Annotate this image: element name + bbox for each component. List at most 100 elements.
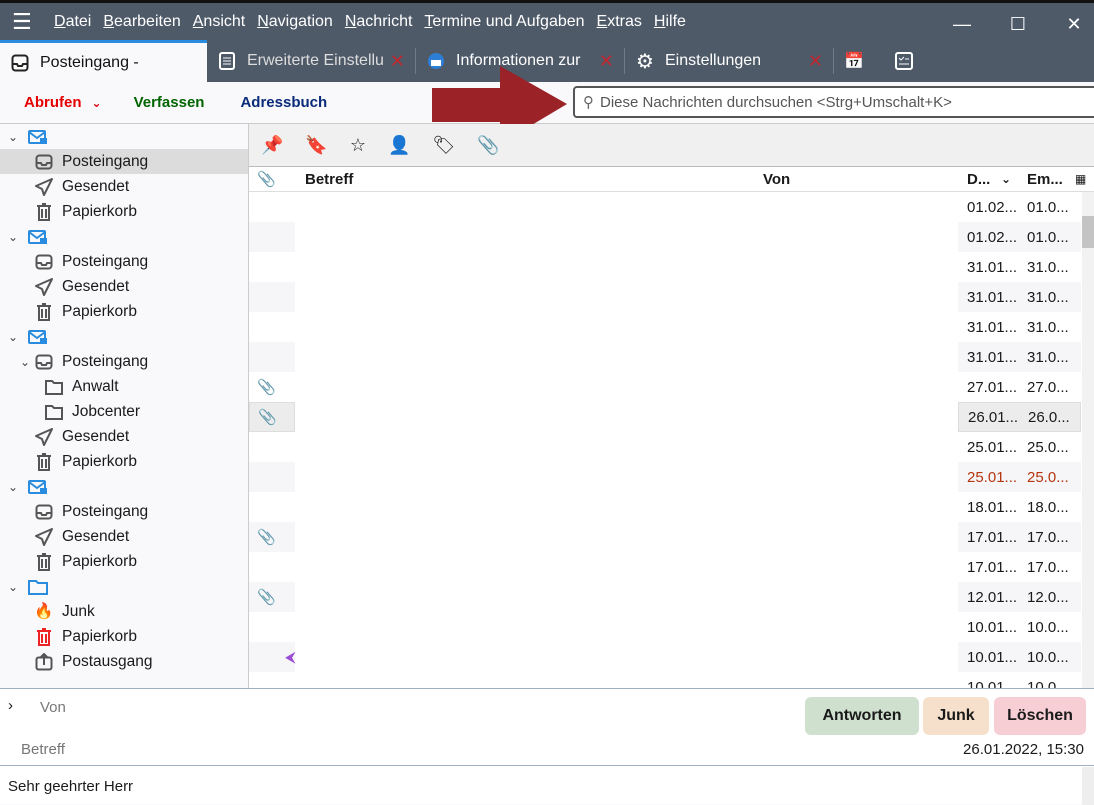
column-date[interactable]: D... bbox=[967, 171, 990, 188]
expand-header-icon[interactable]: › bbox=[8, 697, 13, 714]
message-row[interactable]: 18.01... 18.0... bbox=[249, 492, 1094, 522]
twisty-chevron-icon[interactable]: ⌄ bbox=[6, 580, 20, 594]
contact-icon[interactable]: 👤 bbox=[388, 135, 410, 156]
close-tab-icon[interactable]: ✕ bbox=[390, 51, 405, 72]
column-from[interactable]: Von bbox=[763, 171, 790, 188]
message-row[interactable]: ⮜ 10.01... 10.0... bbox=[249, 642, 1094, 672]
folder-item[interactable]: ⌄ Posteingang bbox=[0, 349, 248, 374]
tab-posteingang[interactable]: Posteingang - bbox=[0, 40, 207, 82]
junk-button[interactable]: Junk bbox=[923, 697, 989, 735]
menu-datei[interactable]: Datei bbox=[54, 13, 91, 31]
message-row[interactable]: 31.01... 31.0... bbox=[249, 252, 1094, 282]
message-row[interactable]: 31.01... 31.0... bbox=[249, 282, 1094, 312]
maximize-icon[interactable]: ☐ bbox=[994, 6, 1042, 43]
folder-item[interactable]: Anwalt bbox=[0, 374, 248, 399]
close-tab-icon[interactable]: ✕ bbox=[808, 51, 823, 72]
message-row[interactable]: 25.01... 25.0... bbox=[249, 432, 1094, 462]
tab-einstellungen[interactable]: ⚙ Einstellungen ✕ bbox=[625, 40, 833, 82]
message-row[interactable]: 📎 12.01... 12.0... bbox=[249, 582, 1094, 612]
tab-label: Erweiterte Einstellu bbox=[247, 52, 384, 69]
menu-extras[interactable]: Extras bbox=[597, 13, 642, 31]
star-icon[interactable]: ☆ bbox=[350, 135, 366, 156]
column-subject[interactable]: Betreff bbox=[305, 171, 353, 188]
attachment-icon: 📎 bbox=[257, 589, 276, 606]
scrollbar[interactable] bbox=[1082, 192, 1094, 688]
attachment-filter-icon[interactable]: 📎 bbox=[477, 135, 499, 156]
message-date: 10.01... bbox=[967, 648, 1018, 666]
folder-item[interactable]: Posteingang bbox=[0, 149, 248, 174]
folder-item[interactable]: Papierkorb bbox=[0, 624, 248, 649]
folder-item[interactable]: Papierkorb bbox=[0, 199, 248, 224]
account-row[interactable]: ⌄ bbox=[0, 574, 248, 599]
menu-termine[interactable]: Termine und Aufgaben bbox=[424, 13, 584, 31]
get-messages-button[interactable]: Abrufen bbox=[24, 94, 82, 111]
message-date: 10.01... bbox=[967, 618, 1018, 636]
folder-item[interactable]: Papierkorb bbox=[0, 449, 248, 474]
address-book-button[interactable]: Adressbuch bbox=[240, 94, 327, 111]
delete-button[interactable]: Löschen bbox=[994, 697, 1086, 735]
folder-item[interactable]: Posteingang bbox=[0, 499, 248, 524]
menu-bearbeiten[interactable]: Bearbeiten bbox=[103, 13, 180, 31]
sent-icon bbox=[34, 277, 54, 297]
message-row[interactable]: 31.01... 31.0... bbox=[249, 312, 1094, 342]
twisty-chevron-icon[interactable]: ⌄ bbox=[6, 330, 20, 344]
close-window-icon[interactable]: ✕ bbox=[1050, 6, 1094, 43]
calendar-tab-button[interactable]: 📅 bbox=[834, 40, 884, 82]
tab-label: Einstellungen bbox=[665, 52, 762, 69]
scrollbar-thumb[interactable] bbox=[1082, 216, 1094, 248]
message-date: 26.01... bbox=[968, 408, 1019, 426]
chevron-down-icon[interactable]: ⌄ bbox=[92, 96, 102, 110]
message-row[interactable]: 25.01... 25.0... bbox=[249, 462, 1094, 492]
folder-item[interactable]: Jobcenter bbox=[0, 399, 248, 424]
attachment-column-icon[interactable]: 📎 bbox=[257, 170, 276, 188]
folder-item[interactable]: Gesendet bbox=[0, 174, 248, 199]
trash-icon bbox=[34, 452, 54, 472]
gear-icon: ⚙ bbox=[636, 50, 654, 73]
pin-icon[interactable]: 📌 bbox=[261, 135, 283, 156]
message-row[interactable]: 01.02... 01.0... bbox=[249, 222, 1094, 252]
message-row[interactable]: 01.02... 01.0... bbox=[249, 192, 1094, 222]
unread-filter-icon[interactable]: 🔖 bbox=[305, 135, 327, 156]
message-row[interactable]: 10.01... 10.0... bbox=[249, 612, 1094, 642]
folder-item[interactable]: Gesendet bbox=[0, 424, 248, 449]
twisty-chevron-icon[interactable]: ⌄ bbox=[6, 230, 20, 244]
folder-item[interactable]: Postausgang bbox=[0, 649, 248, 674]
folder-item[interactable]: Gesendet bbox=[0, 524, 248, 549]
message-row[interactable]: 📎 17.01... 17.0... bbox=[249, 522, 1094, 552]
message-row[interactable]: 31.01... 31.0... bbox=[249, 342, 1094, 372]
folder-item[interactable]: Papierkorb bbox=[0, 299, 248, 324]
body-scrollbar[interactable] bbox=[1082, 767, 1094, 805]
folder-item[interactable]: 🔥 Junk bbox=[0, 599, 248, 624]
message-row[interactable]: 📎 27.01... 27.0... bbox=[249, 372, 1094, 402]
tasks-tab-button[interactable] bbox=[884, 40, 934, 82]
twisty-chevron-icon[interactable]: ⌄ bbox=[18, 355, 32, 369]
account-row[interactable]: ⌄ bbox=[0, 124, 248, 149]
twisty-chevron-icon[interactable]: ⌄ bbox=[6, 130, 20, 144]
reply-button[interactable]: Antworten bbox=[805, 697, 919, 735]
account-row[interactable]: ⌄ bbox=[0, 324, 248, 349]
menu-nachricht[interactable]: Nachricht bbox=[345, 13, 413, 31]
folder-label: Gesendet bbox=[62, 177, 130, 195]
hamburger-menu-icon[interactable]: ☰ bbox=[12, 9, 42, 35]
folder-pane: ⌄ Posteingang Gesendet Papierkorb ⌄ Posteinga… bbox=[0, 124, 249, 688]
close-tab-icon[interactable]: ✕ bbox=[599, 51, 614, 72]
menu-ansicht[interactable]: Ansicht bbox=[193, 13, 245, 31]
column-picker-icon[interactable]: ▦ bbox=[1075, 172, 1086, 186]
account-row[interactable]: ⌄ bbox=[0, 224, 248, 249]
folder-item[interactable]: Posteingang bbox=[0, 249, 248, 274]
search-input[interactable]: ⚲ Diese Nachrichten durchsuchen <Strg+Um… bbox=[573, 86, 1094, 118]
menu-navigation[interactable]: Navigation bbox=[257, 13, 333, 31]
tab-erweiterte-einstellungen[interactable]: Erweiterte Einstellu ✕ bbox=[207, 40, 415, 82]
message-received: 01.0... bbox=[1027, 228, 1069, 246]
menu-hilfe[interactable]: Hilfe bbox=[654, 13, 686, 31]
account-row[interactable]: ⌄ bbox=[0, 474, 248, 499]
message-row[interactable]: 📎 26.01... 26.0... bbox=[249, 402, 1094, 432]
minimize-icon[interactable]: — bbox=[938, 6, 986, 43]
twisty-chevron-icon[interactable]: ⌄ bbox=[6, 480, 20, 494]
folder-item[interactable]: Gesendet bbox=[0, 274, 248, 299]
write-button[interactable]: Verfassen bbox=[134, 94, 205, 111]
column-received[interactable]: Em... bbox=[1027, 171, 1063, 188]
tag-icon[interactable]: 🏷 bbox=[432, 135, 455, 156]
message-row[interactable]: 17.01... 17.0... bbox=[249, 552, 1094, 582]
folder-item[interactable]: Papierkorb bbox=[0, 549, 248, 574]
